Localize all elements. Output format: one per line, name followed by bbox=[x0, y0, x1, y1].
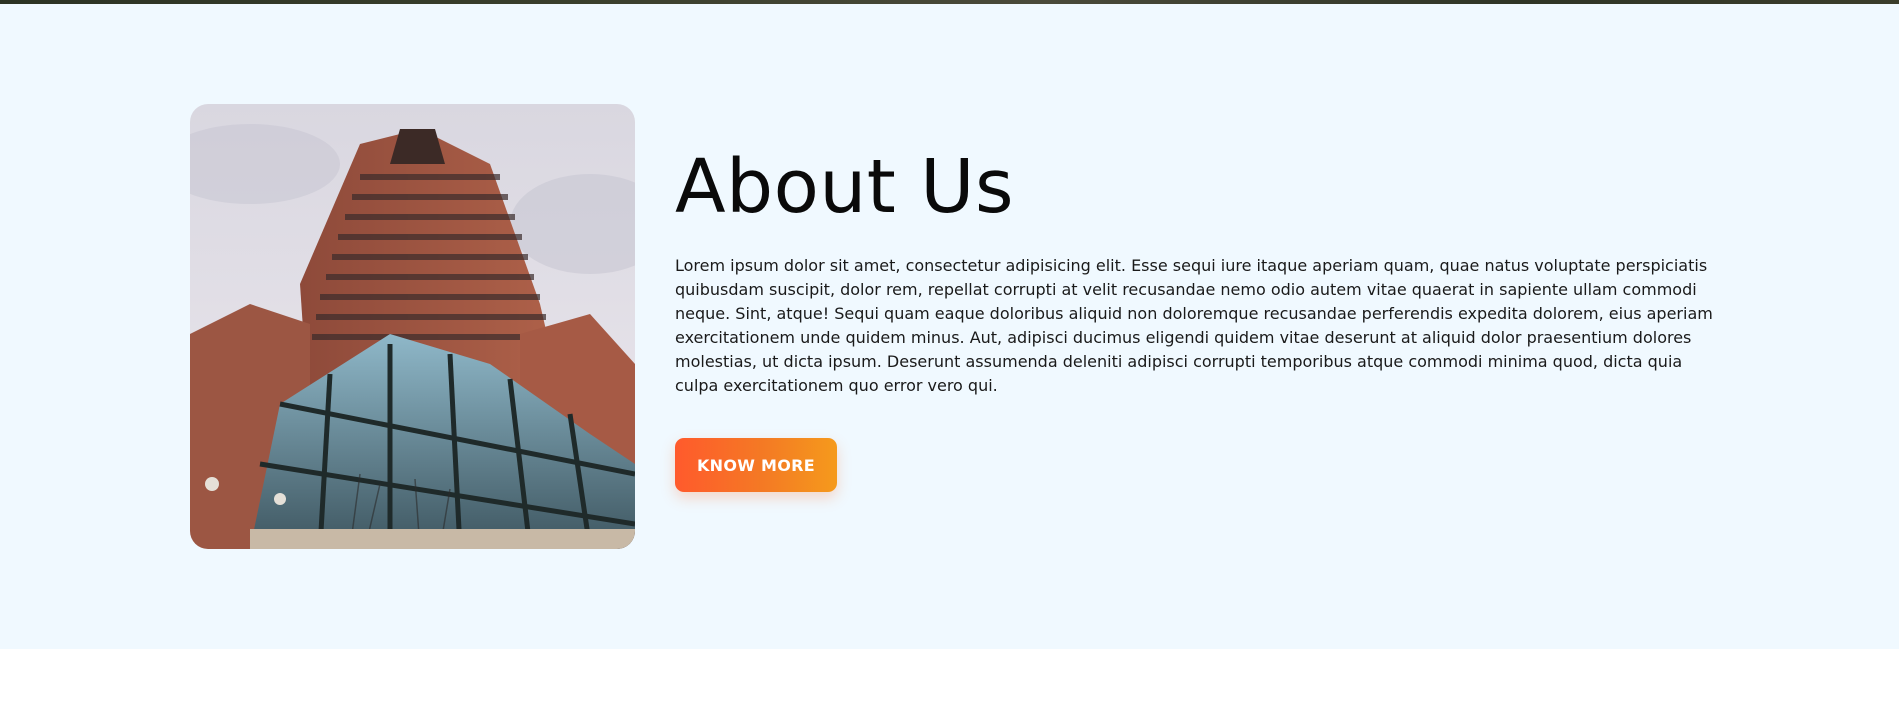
building-photo bbox=[190, 104, 635, 549]
know-more-button[interactable]: KNOW MORE bbox=[675, 438, 837, 492]
about-content: About Us Lorem ipsum dolor sit amet, con… bbox=[675, 150, 1715, 398]
next-section-background bbox=[0, 649, 1899, 712]
section-title: About Us bbox=[675, 144, 1015, 230]
about-description: Lorem ipsum dolor sit amet, consectetur … bbox=[675, 256, 1713, 395]
